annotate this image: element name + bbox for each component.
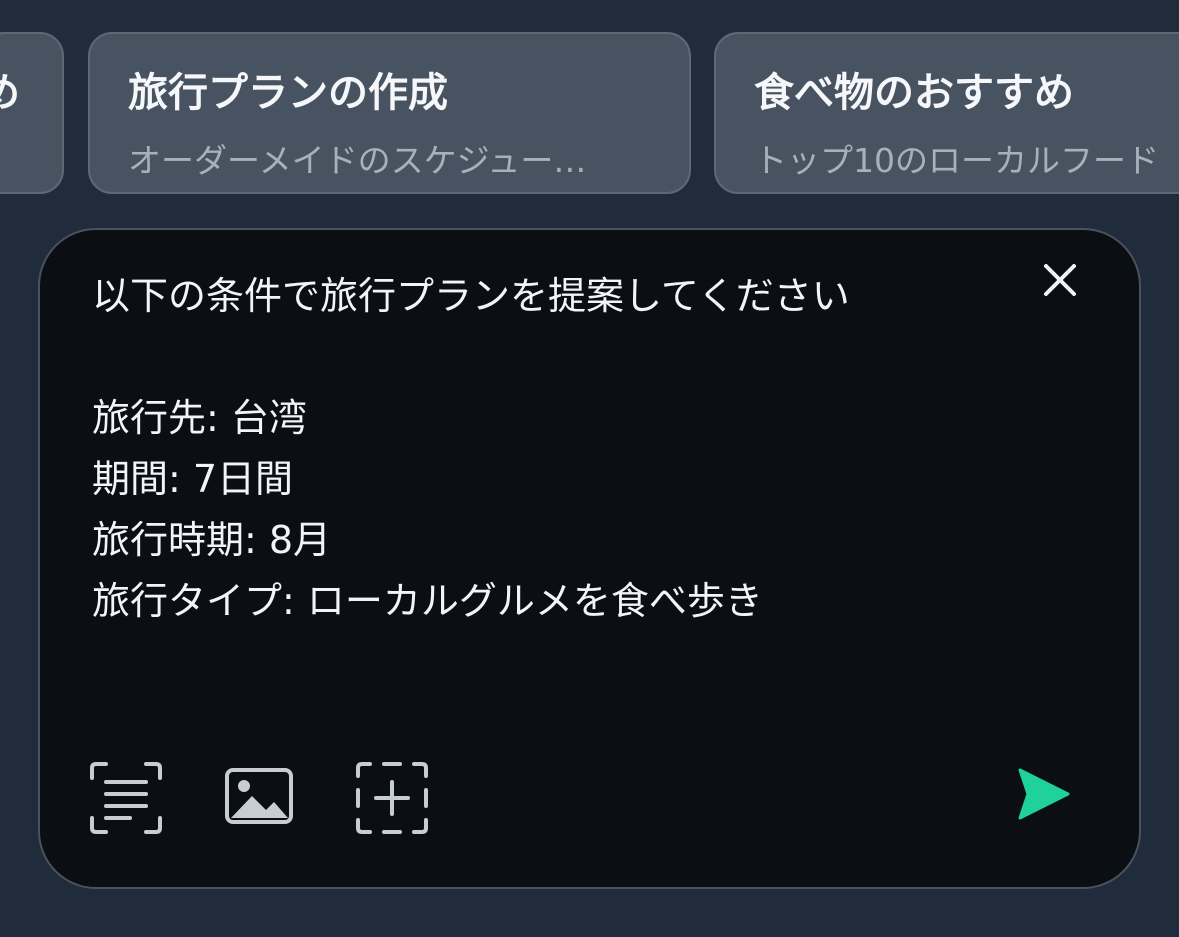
suggestion-card-partial[interactable]: め — [0, 32, 64, 194]
prompt-input[interactable]: 以下の条件で旅行プランを提案してください 旅行先: 台湾 期間: 7日間 旅行時… — [92, 266, 952, 632]
send-button[interactable] — [1012, 764, 1072, 824]
close-button[interactable] — [1038, 258, 1082, 302]
text-scan-icon — [90, 762, 162, 834]
send-icon — [1018, 768, 1070, 820]
suggestion-title: め — [0, 60, 20, 118]
suggestion-subtitle: オーダーメイドのスケジュー… — [128, 141, 587, 180]
suggestion-title: 食べ物のおすすめ — [754, 70, 1074, 116]
chat-screen: め 旅行プランの作成 オーダーメイドのスケジュー… 食べ物のおすすめ トップ10… — [0, 0, 1179, 937]
image-button[interactable] — [222, 760, 298, 836]
close-icon — [1044, 264, 1076, 296]
suggestion-title: 旅行プランの作成 — [128, 70, 448, 116]
add-frame-button[interactable] — [354, 760, 430, 836]
text-scan-button[interactable] — [88, 760, 164, 836]
suggestion-card-travel-plan[interactable]: 旅行プランの作成 オーダーメイドのスケジュー… — [88, 32, 691, 194]
message-composer: 以下の条件で旅行プランを提案してください 旅行先: 台湾 期間: 7日間 旅行時… — [38, 228, 1141, 889]
suggestion-subtitle: トップ10のローカルフード — [754, 141, 1159, 180]
image-icon — [225, 768, 293, 824]
add-frame-icon — [356, 762, 428, 834]
suggestion-card-food[interactable]: 食べ物のおすすめ トップ10のローカルフード — [714, 32, 1179, 194]
